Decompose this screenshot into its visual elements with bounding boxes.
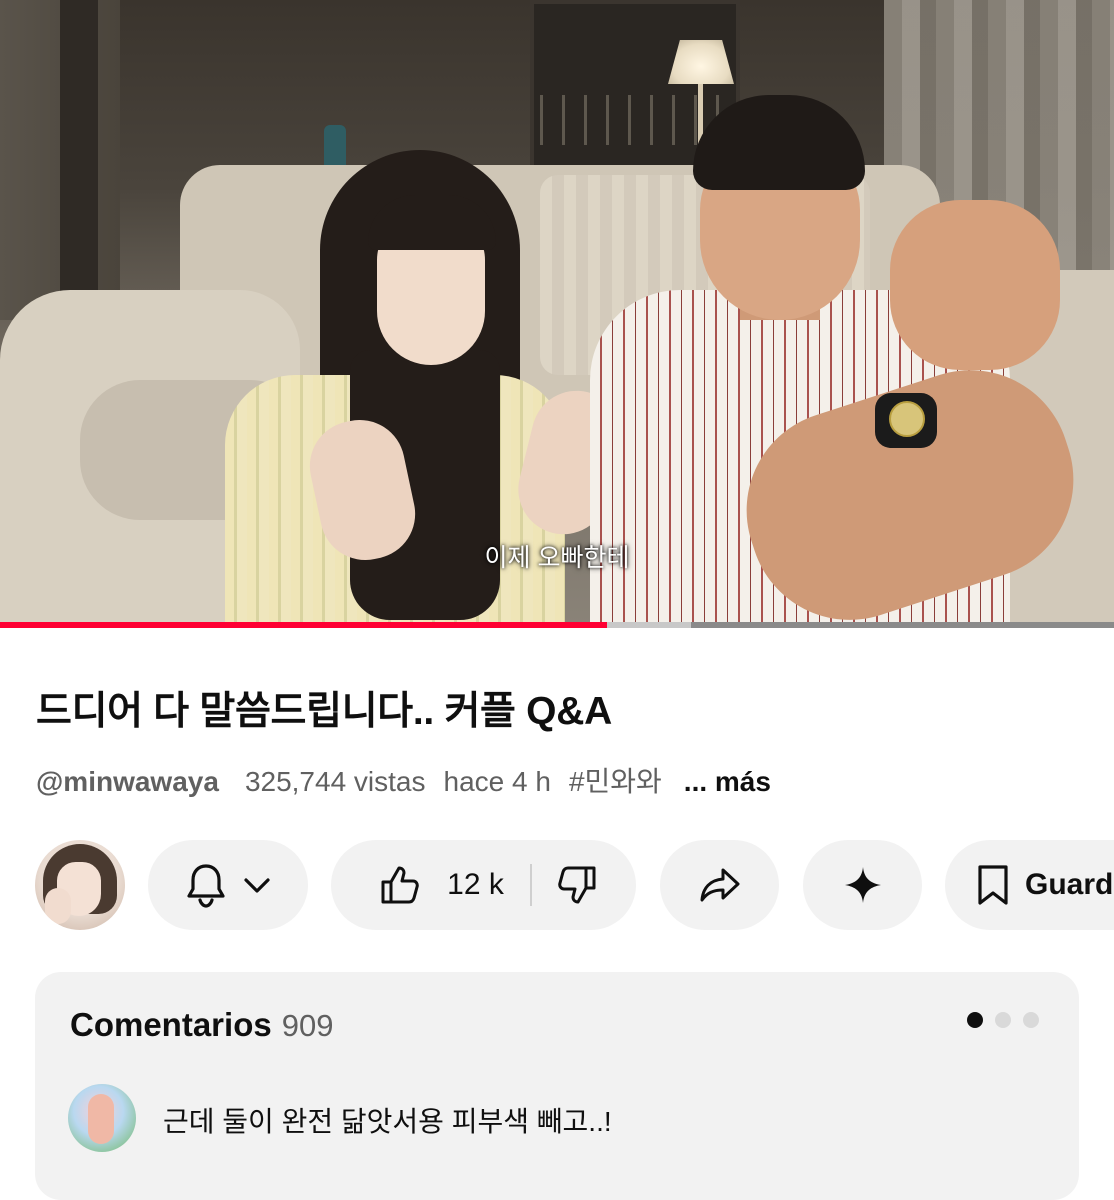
comments-header: Comentarios 909 (70, 1006, 333, 1044)
share-button[interactable] (660, 840, 779, 930)
like-divider (529, 864, 532, 906)
hashtag-link[interactable]: #민와와 (569, 766, 662, 797)
channel-avatar[interactable] (35, 840, 125, 930)
channel-handle[interactable]: @minwawaya (36, 766, 219, 797)
comments-count: 909 (281, 1008, 334, 1043)
video-caption: 이제 오빠한테 (484, 544, 630, 572)
video-person-woman-bangs (368, 195, 496, 250)
save-button[interactable]: Guard (945, 840, 1114, 930)
dislike-button[interactable] (556, 864, 598, 906)
thumbs-up-icon (379, 864, 421, 906)
pager-dot (995, 1012, 1011, 1028)
sparkle-icon (843, 865, 883, 905)
comments-pager (967, 1012, 1039, 1028)
video-person-man-watch-face (889, 401, 925, 437)
channel-avatar-hand (45, 888, 71, 924)
commenter-avatar[interactable] (68, 1084, 136, 1152)
pager-dot (967, 1012, 983, 1028)
pager-dot (1023, 1012, 1039, 1028)
share-arrow-icon (699, 866, 741, 904)
upload-age: hace 4 h (443, 766, 551, 797)
chevron-down-icon (242, 875, 272, 895)
like-count: 12 k (447, 868, 504, 901)
video-scene-shelf (540, 95, 720, 145)
comments-card[interactable]: Comentarios 909 근데 둘이 완전 닮앗서용 피부색 빼고..! (35, 972, 1079, 1200)
bell-icon (184, 862, 228, 908)
commenter-avatar-figure (88, 1094, 114, 1144)
comments-title: Comentarios (70, 1006, 272, 1043)
more-description-link[interactable]: ... más (684, 766, 771, 797)
remix-ai-button[interactable] (803, 840, 922, 930)
video-metadata[interactable]: @minwawaya 325,744 vistas hace 4 h #민와와 ... … (36, 760, 789, 800)
view-count: 325,744 vistas (244, 766, 426, 797)
video-title[interactable]: 드디어 다 말씀드립니다.. 커플 Q&A (36, 680, 612, 736)
bookmark-icon (975, 864, 1011, 906)
video-player[interactable]: 이제 오빠한테 (0, 0, 1114, 625)
video-person-man-fists (890, 200, 1060, 370)
top-comment-text: 근데 둘이 완전 닮앗서용 피부색 빼고..! (163, 1106, 612, 1137)
video-scene-doorframe (60, 0, 98, 300)
like-button[interactable]: 12 k (369, 864, 504, 906)
thumbs-down-icon (556, 864, 598, 906)
subscription-notifications-button[interactable] (148, 840, 308, 930)
save-label: Guard (1025, 868, 1114, 901)
like-dislike-control: 12 k (331, 840, 636, 930)
